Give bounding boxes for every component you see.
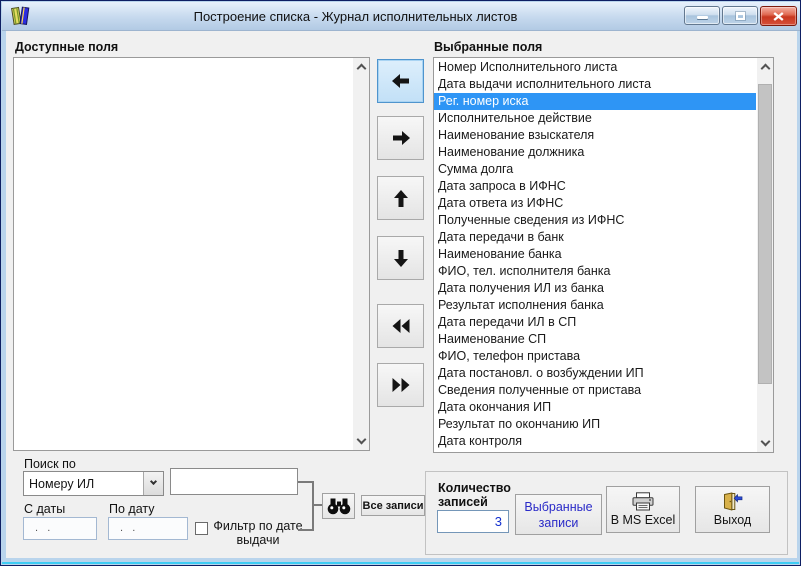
list-item[interactable]: ФИО, телефон пристава <box>434 348 756 365</box>
list-item[interactable]: Дата передачи в банк <box>434 229 756 246</box>
window-frame-accent <box>2 562 799 564</box>
find-button[interactable] <box>322 493 355 519</box>
list-item[interactable]: Дата передачи ИЛ в СП <box>434 314 756 331</box>
chevron-down-icon <box>356 434 366 445</box>
printer-icon <box>632 492 654 511</box>
move-all-right-button[interactable] <box>377 363 424 407</box>
list-item[interactable]: Сумма долга <box>434 161 756 178</box>
minimize-button[interactable] <box>684 6 720 25</box>
date-to-label: По дату <box>109 502 155 516</box>
chevron-up-icon <box>356 63 366 74</box>
arrow-left-icon <box>391 74 409 88</box>
connector-line <box>298 529 314 531</box>
double-arrow-right-icon <box>392 378 409 392</box>
move-all-left-button[interactable] <box>377 304 424 348</box>
export-excel-label: В MS Excel <box>610 513 676 527</box>
list-item[interactable]: Наименование банка <box>434 246 756 263</box>
move-up-button[interactable] <box>377 176 424 220</box>
list-item[interactable]: Наименование СП <box>434 331 756 348</box>
maximize-button[interactable] <box>722 6 758 25</box>
dropdown-button[interactable] <box>143 472 163 495</box>
window-controls <box>684 6 797 26</box>
list-item[interactable]: Результат исполнения банка <box>434 297 756 314</box>
date-from-label: С даты <box>24 502 66 516</box>
selected-fields-list[interactable]: Номер Исполнительного листа Дата выдачи … <box>433 57 774 453</box>
list-item[interactable]: Дата окончания ИП <box>434 399 756 416</box>
arrow-down-icon <box>393 249 408 267</box>
chevron-down-icon <box>760 436 770 447</box>
title-bar[interactable]: Построение списка - Журнал исполнительны… <box>2 2 800 31</box>
list-item[interactable]: ФИО, тел. исполнителя банка <box>434 263 756 280</box>
close-icon <box>773 11 784 21</box>
record-count-value[interactable]: 3 <box>437 510 509 533</box>
list-item[interactable]: Результат по окончанию ИП <box>434 416 756 433</box>
list-item[interactable]: Номер Исполнительного листа <box>434 59 756 76</box>
scroll-up-button[interactable] <box>757 58 773 75</box>
record-count-label: Количество записей <box>438 481 511 509</box>
list-item[interactable]: Полученные сведения из ИФНС <box>434 212 756 229</box>
books-icon <box>9 5 31 27</box>
date-from-input[interactable]: . . <box>23 517 97 540</box>
move-right-button[interactable] <box>377 116 424 160</box>
arrow-up-icon <box>393 189 408 207</box>
list-item[interactable]: Дата контроля <box>434 433 756 450</box>
list-item[interactable]: Дата получения ИЛ из банка <box>434 280 756 297</box>
available-fields-label: Доступные поля <box>15 40 119 54</box>
scroll-down-button[interactable] <box>757 435 773 452</box>
list-item[interactable]: Наименование взыскателя <box>434 127 756 144</box>
move-down-button[interactable] <box>377 236 424 280</box>
selected-records-button[interactable]: Выбранные записи <box>515 494 602 535</box>
exit-button[interactable]: Выход <box>695 486 770 533</box>
search-by-label: Поиск по <box>24 457 76 471</box>
selected-fields-rows: Номер Исполнительного листа Дата выдачи … <box>434 59 756 450</box>
exit-door-icon <box>724 492 743 511</box>
double-arrow-left-icon <box>392 319 409 333</box>
filter-by-date-label: Фильтр по дате выдачи <box>213 519 303 547</box>
list-item[interactable]: Наименование должника <box>434 144 756 161</box>
list-item[interactable]: Сведения полученные от пристава <box>434 382 756 399</box>
search-query-input[interactable] <box>170 468 298 495</box>
search-field-select[interactable]: Номеру ИЛ <box>23 471 164 496</box>
search-field-value: Номеру ИЛ <box>29 476 95 491</box>
scroll-down-button[interactable] <box>353 433 369 450</box>
filter-by-date-checkbox[interactable] <box>195 522 208 535</box>
export-excel-button[interactable]: В MS Excel <box>606 486 680 533</box>
arrow-right-icon <box>392 131 410 145</box>
available-list-scrollbar[interactable] <box>353 58 369 450</box>
list-item[interactable]: Дата запроса в ИФНС <box>434 178 756 195</box>
selected-fields-label: Выбранные поля <box>434 40 543 54</box>
list-item[interactable]: Исполнительное действие <box>434 110 756 127</box>
available-fields-list[interactable] <box>13 57 370 451</box>
list-item[interactable]: Рег. номер иска <box>434 93 756 110</box>
move-left-button[interactable] <box>377 59 424 103</box>
list-item[interactable]: Дата постановл. о возбуждении ИП <box>434 365 756 382</box>
scroll-up-button[interactable] <box>353 58 369 75</box>
date-to-input[interactable]: . . <box>108 517 188 540</box>
close-button[interactable] <box>760 6 797 26</box>
chevron-up-icon <box>760 63 770 74</box>
list-item[interactable]: Дата выдачи исполнительного листа <box>434 76 756 93</box>
scrollbar-thumb[interactable] <box>758 84 772 384</box>
selected-list-scrollbar[interactable] <box>757 58 773 452</box>
exit-label: Выход <box>713 513 752 527</box>
window-title: Построение списка - Журнал исполнительны… <box>193 8 518 24</box>
binoculars-icon <box>327 498 350 514</box>
dialog-window: Построение списка - Журнал исполнительны… <box>0 0 801 566</box>
connector-line <box>312 481 314 531</box>
list-item[interactable]: Дата ответа из ИФНС <box>434 195 756 212</box>
maximize-icon <box>735 11 745 20</box>
chevron-down-icon <box>149 477 158 486</box>
all-records-button[interactable]: Все записи <box>361 495 425 516</box>
minimize-icon <box>696 16 708 19</box>
